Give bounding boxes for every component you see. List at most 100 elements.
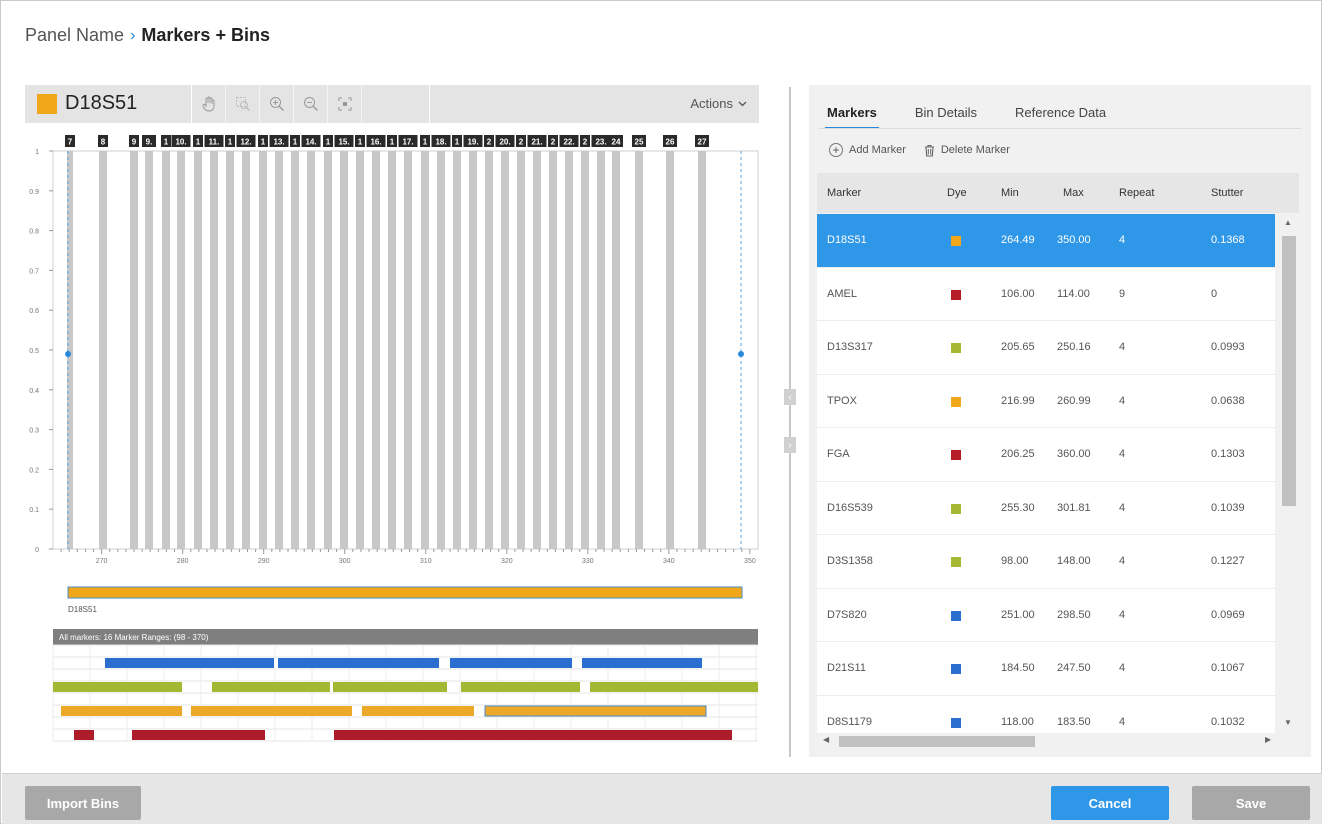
table-row[interactable]: D3S1358 98.00 148.00 4 0.1227 [817, 535, 1275, 589]
marker-range-segment[interactable] [461, 682, 580, 692]
bin-bar[interactable] [437, 151, 445, 549]
bin-bar[interactable] [485, 151, 493, 549]
bin-bar[interactable] [259, 151, 267, 549]
marker-range-segment[interactable] [74, 730, 94, 740]
bin-bar[interactable] [635, 151, 643, 549]
repeat-cell: 4 [1119, 341, 1126, 353]
bin-bar[interactable] [388, 151, 396, 549]
marker-range-segment[interactable] [362, 706, 474, 716]
repeat-cell: 4 [1119, 555, 1126, 567]
col-repeat[interactable]: Repeat [1119, 187, 1154, 199]
marker-range-segment[interactable] [191, 706, 352, 716]
collapse-left-icon[interactable]: ‹ [784, 389, 796, 405]
breadcrumb-parent[interactable]: Panel Name [25, 25, 124, 46]
bin-bar[interactable] [469, 151, 477, 549]
bin-bar[interactable] [666, 151, 674, 549]
zoom-select-icon[interactable] [226, 85, 260, 123]
collapse-right-icon[interactable]: › [784, 437, 796, 453]
zoom-out-icon[interactable] [294, 85, 328, 123]
hscroll-thumb[interactable] [839, 736, 1035, 747]
marker-range-segment[interactable] [450, 658, 572, 668]
table-row[interactable]: D21S11 184.50 247.50 4 0.1067 [817, 642, 1275, 696]
bin-bar[interactable] [533, 151, 541, 549]
bin-bar[interactable] [307, 151, 315, 549]
horizontal-scrollbar[interactable]: ◀ ▶ [817, 733, 1299, 749]
actions-dropdown[interactable]: Actions [690, 96, 747, 111]
bin-bar[interactable] [130, 151, 138, 549]
bin-bar[interactable] [698, 151, 706, 549]
marker-range-bar[interactable] [67, 586, 743, 599]
bin-bar[interactable] [372, 151, 380, 549]
marker-range-segment[interactable] [334, 730, 732, 740]
marker-range-segment[interactable] [61, 706, 182, 716]
bin-bar[interactable] [226, 151, 234, 549]
bin-bar[interactable] [242, 151, 250, 549]
scroll-down-icon[interactable]: ▼ [1284, 718, 1292, 727]
bin-bar[interactable] [324, 151, 332, 549]
bin-bar[interactable] [99, 151, 107, 549]
col-min[interactable]: Min [1001, 187, 1019, 199]
table-row[interactable]: D13S317 205.65 250.16 4 0.0993 [817, 321, 1275, 375]
vertical-scrollbar[interactable]: ▲ ▼ [1277, 214, 1299, 734]
tab-markers[interactable]: Markers [825, 85, 879, 129]
bin-bar[interactable] [597, 151, 605, 549]
marker-range-segment[interactable] [484, 705, 707, 717]
bin-bar[interactable] [612, 151, 620, 549]
bin-bar[interactable] [145, 151, 153, 549]
bin-bar[interactable] [549, 151, 557, 549]
bin-bar[interactable] [291, 151, 299, 549]
bin-bar[interactable] [194, 151, 202, 549]
hand-icon[interactable] [192, 85, 226, 123]
range-handle[interactable] [65, 351, 71, 357]
bin-bar[interactable] [453, 151, 461, 549]
bin-bar[interactable] [356, 151, 364, 549]
bin-bar[interactable] [565, 151, 573, 549]
cancel-button[interactable]: Cancel [1051, 786, 1169, 820]
bin-bar[interactable] [581, 151, 589, 549]
marker-range-segment[interactable] [105, 658, 274, 668]
marker-range-segment[interactable] [212, 682, 330, 692]
table-row[interactable]: AMEL 106.00 114.00 9 0 [817, 267, 1275, 321]
bin-bar[interactable] [404, 151, 412, 549]
marker-range-segment[interactable] [53, 682, 182, 692]
panel-splitter[interactable] [789, 87, 791, 757]
col-max[interactable]: Max [1063, 187, 1084, 199]
bin-plot[interactable]: 00.10.20.30.40.50.60.70.80.917 8 9 9. 1 10. 1 1… [1, 127, 761, 767]
table-row[interactable]: D7S820 251.00 298.50 4 0.0969 [817, 588, 1275, 642]
add-marker-button[interactable]: + Add Marker [829, 143, 906, 157]
table-row[interactable]: D18S51 264.49 350.00 4 0.1368 [817, 214, 1275, 268]
scroll-right-icon[interactable]: ▶ [1265, 735, 1271, 744]
min-cell: 216.99 [1001, 394, 1035, 407]
marker-range-segment[interactable] [582, 658, 702, 668]
bin-bar[interactable] [501, 151, 509, 549]
bin-bar[interactable] [275, 151, 283, 549]
import-bins-button[interactable]: Import Bins [25, 786, 141, 820]
marker-range-segment[interactable] [132, 730, 265, 740]
marker-range-segment[interactable] [590, 682, 758, 692]
table-row[interactable]: D16S539 255.30 301.81 4 0.1039 [817, 481, 1275, 535]
zoom-in-icon[interactable] [260, 85, 294, 123]
bin-bar[interactable] [421, 151, 429, 549]
table-row[interactable]: FGA 206.25 360.00 4 0.1303 [817, 428, 1275, 482]
delete-marker-button[interactable]: Delete Marker [924, 143, 1010, 157]
tab-bin-details[interactable]: Bin Details [915, 85, 977, 129]
table-row[interactable]: TPOX 216.99 260.99 4 0.0638 [817, 374, 1275, 428]
tab-reference-data[interactable]: Reference Data [1015, 85, 1106, 129]
bin-bar[interactable] [210, 151, 218, 549]
bin-bar[interactable] [177, 151, 185, 549]
marker-range-segment[interactable] [333, 682, 447, 692]
bin-bar[interactable] [340, 151, 348, 549]
col-dye[interactable]: Dye [947, 187, 967, 199]
save-button[interactable]: Save [1192, 786, 1310, 820]
fit-icon[interactable] [328, 85, 362, 123]
range-handle[interactable] [738, 351, 744, 357]
scroll-up-icon[interactable]: ▲ [1284, 218, 1292, 227]
col-marker[interactable]: Marker [827, 187, 861, 199]
col-stutter[interactable]: Stutter [1211, 187, 1243, 199]
stutter-cell: 0.1067 [1211, 662, 1245, 674]
scroll-left-icon[interactable]: ◀ [823, 735, 829, 744]
bin-bar[interactable] [517, 151, 525, 549]
scroll-thumb[interactable] [1282, 236, 1296, 506]
bin-bar[interactable] [162, 151, 170, 549]
marker-range-segment[interactable] [278, 658, 439, 668]
